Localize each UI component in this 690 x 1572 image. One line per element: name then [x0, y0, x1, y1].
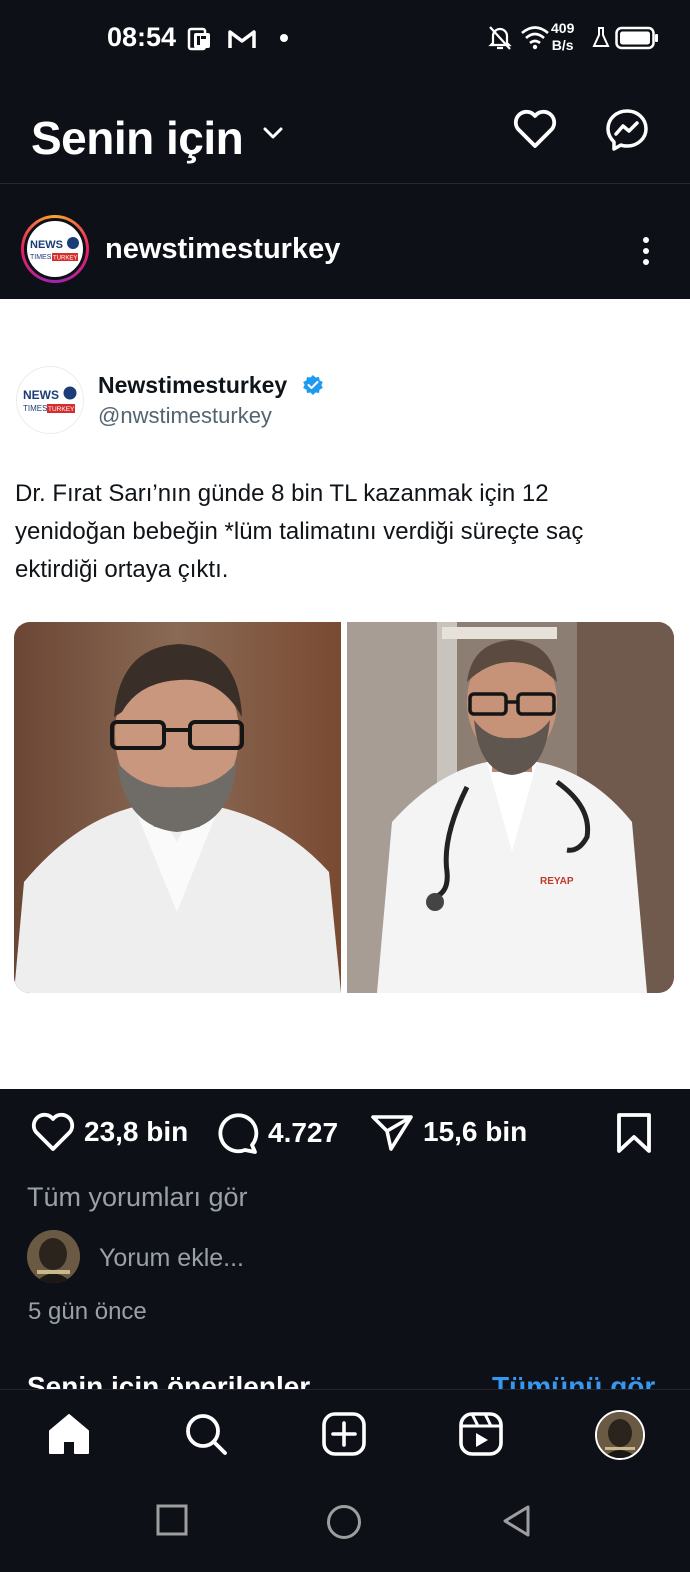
lab-flask-icon [592, 27, 610, 47]
messenger-icon[interactable] [604, 107, 650, 153]
post-actions: 23,8 bin 4.727 15,6 bin Tüm yorumları gö… [0, 1089, 690, 1402]
svg-text:NEWS: NEWS [23, 388, 59, 402]
verified-badge-icon [303, 375, 323, 395]
mute-bell-icon [488, 26, 512, 50]
status-bar: 08:54 409 B/s [0, 0, 690, 78]
home-circle-icon[interactable] [326, 1504, 362, 1540]
post-timestamp: 5 gün önce [28, 1298, 147, 1325]
newstimes-logo-icon: NEWS TIMES TURKEY [30, 237, 79, 262]
dot-icon [280, 34, 288, 42]
post-header: NEWS TIMES TURKEY newstimesturkey [0, 185, 690, 299]
battery-icon [615, 26, 658, 50]
doctor-photo-left [14, 622, 341, 993]
search-icon[interactable] [183, 1411, 229, 1457]
like-count: 23,8 bin [84, 1116, 189, 1147]
share-send-icon[interactable] [369, 1111, 415, 1153]
net-speed-unit: B/s [551, 37, 574, 53]
tweet-handle: @nwstimesturkey [98, 403, 272, 428]
network-speed: 409 B/s [551, 20, 574, 54]
comment-count: 4.727 [268, 1117, 339, 1148]
system-navigation [0, 1477, 690, 1572]
svg-text:REYAP: REYAP [540, 876, 574, 887]
tweet-text: Dr. Fırat Sarı’nın günde 8 bin TL kazanm… [15, 480, 584, 583]
share-action[interactable]: 15,6 bin [369, 1111, 527, 1153]
wifi-icon [521, 26, 549, 50]
author-logo: NEWS TIMES TURKEY [24, 218, 86, 280]
status-time: 08:54 [107, 22, 177, 52]
profile-avatar[interactable] [595, 1410, 645, 1460]
bottom-navigation [0, 1389, 690, 1477]
svg-text:NEWS: NEWS [30, 239, 63, 251]
net-speed-value: 409 [551, 20, 575, 36]
create-post-icon[interactable] [321, 1411, 367, 1457]
doctor-photo-right: REYAP [347, 622, 674, 993]
home-icon[interactable] [46, 1411, 92, 1457]
add-comment-input[interactable]: Yorum ekle... [99, 1244, 244, 1273]
back-icon[interactable] [500, 1504, 534, 1538]
like-action[interactable]: 23,8 bin [30, 1111, 188, 1153]
tweet-display-name: Newstimesturkey [98, 372, 288, 398]
doctor-portrait-left [14, 622, 341, 993]
chevron-down-icon[interactable] [262, 126, 284, 140]
like-heart-icon[interactable] [30, 1111, 76, 1153]
share-count: 15,6 bin [423, 1116, 528, 1147]
pdf-icon [187, 27, 210, 51]
tweet-avatar: NEWS TIMES TURKEY [16, 366, 84, 434]
recents-icon[interactable] [156, 1504, 188, 1536]
doctor-portrait-right: REYAP [347, 622, 674, 993]
view-all-comments-link[interactable]: Tüm yorumları gör [27, 1182, 248, 1213]
gmail-icon [228, 30, 256, 48]
author-avatar[interactable]: NEWS TIMES TURKEY [21, 215, 89, 283]
tweet-photos: REYAP [14, 622, 674, 993]
my-avatar [27, 1230, 80, 1283]
top-header: Senin için [0, 78, 690, 184]
comment-icon[interactable] [214, 1111, 260, 1155]
avatar-image [27, 1230, 80, 1283]
svg-text:TURKEY: TURKEY [53, 256, 77, 262]
svg-text:TIMES: TIMES [30, 254, 52, 261]
comment-action[interactable]: 4.727 [214, 1111, 338, 1155]
heart-icon[interactable] [512, 108, 558, 150]
bookmark-icon[interactable] [615, 1112, 653, 1154]
newstimes-logo-icon: NEWS TIMES TURKEY [23, 386, 77, 413]
svg-text:TIMES: TIMES [23, 404, 47, 413]
profile-avatar-image [597, 1412, 643, 1458]
feed-title[interactable]: Senin için [31, 111, 244, 165]
post-media[interactable]: NEWS TIMES TURKEY Newstimesturkey @nwsti… [0, 299, 690, 1089]
author-username[interactable]: newstimesturkey [105, 233, 340, 266]
more-options-icon[interactable] [640, 235, 652, 267]
svg-text:TURKEY: TURKEY [48, 406, 75, 413]
reels-icon[interactable] [458, 1411, 504, 1457]
